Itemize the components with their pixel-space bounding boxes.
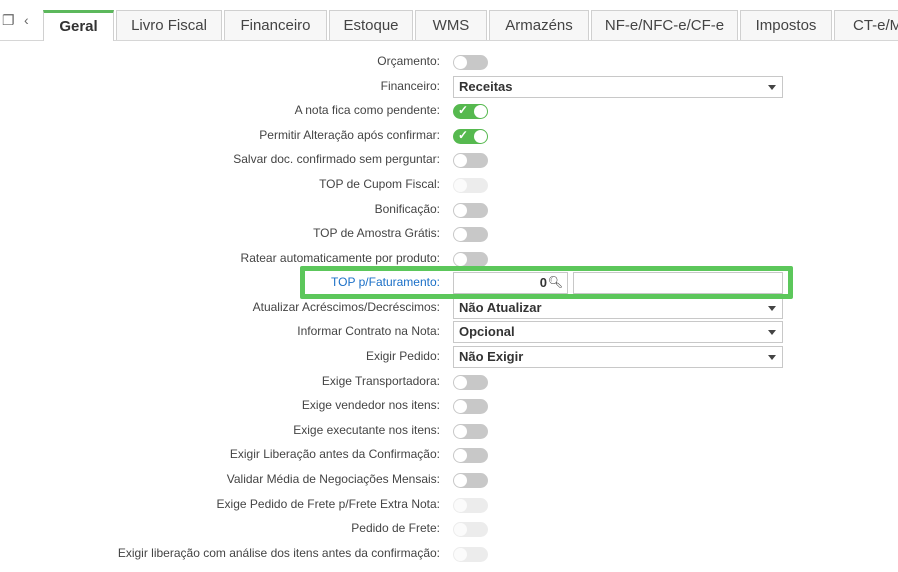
row-orcamento: Orçamento: — [0, 50, 898, 74]
select-informar-contrato[interactable]: Opcional — [453, 321, 783, 343]
row-financeiro: Financeiro: Receitas — [0, 75, 898, 99]
label-top-cupom: TOP de Cupom Fiscal: — [319, 177, 440, 191]
label-informar-contrato: Informar Contrato na Nota: — [297, 324, 440, 338]
row-informar-contrato: Informar Contrato na Nota: Opcional — [0, 320, 898, 344]
top-faturamento-description[interactable] — [573, 272, 783, 294]
chevron-down-icon — [768, 306, 776, 311]
row-exige-pedido-frete: Exige Pedido de Frete p/Frete Extra Nota… — [0, 493, 898, 517]
row-exigir-liberacao-itens: Exigir liberação com análise dos itens a… — [0, 542, 898, 566]
toggle-bonificacao[interactable] — [453, 203, 488, 218]
row-exige-vendedor: Exige vendedor nos itens: — [0, 394, 898, 418]
top-faturamento-input[interactable]: 0 🔍︎ — [453, 272, 568, 294]
toggle-exige-transportadora[interactable] — [453, 375, 488, 390]
tab-financeiro[interactable]: Financeiro — [224, 10, 327, 40]
chevron-down-icon — [768, 85, 776, 90]
select-atualizar-acrescimos[interactable]: Não Atualizar — [453, 297, 783, 319]
tab-estoque[interactable]: Estoque — [329, 10, 413, 40]
chevron-down-icon — [768, 330, 776, 335]
search-icon[interactable]: 🔍︎ — [548, 272, 563, 292]
label-exigir-pedido: Exigir Pedido: — [365, 349, 440, 363]
label-salvar-doc: Salvar doc. confirmado sem perguntar: — [233, 152, 440, 166]
label-validar-media: Validar Média de Negociações Mensais: — [226, 472, 440, 486]
tab-impostos[interactable]: Impostos — [740, 10, 832, 40]
toggle-validar-media[interactable] — [453, 473, 488, 488]
row-top-amostra: TOP de Amostra Grátis: — [0, 222, 898, 246]
check-icon: ✓ — [458, 128, 469, 142]
label-ratear: Ratear automaticamente por produto: — [240, 251, 440, 265]
label-permitir-alteracao: Permitir Alteração após confirmar: — [259, 128, 440, 142]
tab-nfe[interactable]: NF-e/NFC-e/CF-e — [591, 10, 738, 40]
row-top-faturamento: TOP p/Faturamento: 0 🔍︎ — [0, 271, 898, 295]
toggle-exige-executante[interactable] — [453, 424, 488, 439]
row-top-cupom: TOP de Cupom Fiscal: — [0, 173, 898, 197]
tab-cte[interactable]: CT-e/M — [834, 10, 898, 40]
toggle-exigir-liberacao[interactable] — [453, 448, 488, 463]
row-exige-executante: Exige executante nos itens: — [0, 419, 898, 443]
toggle-exige-pedido-frete — [453, 498, 488, 513]
tab-livro-fiscal[interactable]: Livro Fiscal — [116, 10, 222, 40]
toggle-exige-vendedor[interactable] — [453, 399, 488, 414]
label-exigir-liberacao-itens: Exigir liberação com análise dos itens a… — [117, 546, 440, 560]
tab-geral[interactable]: Geral — [43, 10, 114, 41]
row-bonificacao: Bonificação: — [0, 198, 898, 222]
row-salvar-doc: Salvar doc. confirmado sem perguntar: — [0, 148, 898, 172]
row-validar-media: Validar Média de Negociações Mensais: — [0, 468, 898, 492]
tab-bar: ❐ ‹ Geral Livro Fiscal Financeiro Estoqu… — [0, 0, 898, 41]
label-orcamento: Orçamento: — [377, 54, 440, 68]
row-atualizar-acrescimos: Atualizar Acréscimos/Decréscimos: Não At… — [0, 296, 898, 320]
row-exigir-pedido: Exigir Pedido: Não Exigir — [0, 345, 898, 369]
row-pedido-frete: Pedido de Frete: — [0, 517, 898, 541]
toggle-pedido-frete — [453, 522, 488, 537]
toggle-permitir-alteracao[interactable]: ✓ — [453, 128, 488, 144]
toggle-exigir-liberacao-itens — [453, 547, 488, 562]
label-financeiro: Financeiro: — [380, 79, 440, 93]
toggle-orcamento[interactable] — [453, 55, 488, 70]
row-exige-transportadora: Exige Transportadora: — [0, 370, 898, 394]
toggle-nota-pendente[interactable]: ✓ — [453, 103, 488, 119]
chevron-left-icon[interactable]: ‹ — [24, 12, 29, 28]
row-permitir-alteracao: Permitir Alteração após confirmar: ✓ — [0, 124, 898, 148]
toggle-salvar-doc[interactable] — [453, 153, 488, 168]
row-exigir-liberacao: Exigir Liberação antes da Confirmação: — [0, 443, 898, 467]
label-bonificacao: Bonificação: — [374, 202, 440, 216]
tab-armazens[interactable]: Armazéns — [489, 10, 589, 40]
label-nota-pendente: A nota fica como pendente: — [294, 103, 440, 117]
toggle-ratear[interactable] — [453, 252, 488, 267]
label-atualizar-acrescimos: Atualizar Acréscimos/Decréscimos: — [252, 300, 440, 314]
tab-wms[interactable]: WMS — [415, 10, 487, 40]
select-financeiro[interactable]: Receitas — [453, 76, 783, 98]
label-exige-executante: Exige executante nos itens: — [293, 423, 440, 437]
chevron-down-icon — [768, 355, 776, 360]
row-nota-pendente: A nota fica como pendente: ✓ — [0, 99, 898, 123]
label-top-faturamento[interactable]: TOP p/Faturamento: — [331, 275, 440, 289]
label-exige-vendedor: Exige vendedor nos itens: — [301, 398, 440, 412]
copy-icon[interactable]: ❐ — [2, 12, 15, 28]
row-ratear: Ratear automaticamente por produto: — [0, 247, 898, 271]
select-exigir-pedido[interactable]: Não Exigir — [453, 346, 783, 368]
toggle-top-cupom — [453, 178, 488, 193]
label-top-amostra: TOP de Amostra Grátis: — [313, 226, 440, 240]
toggle-top-amostra[interactable] — [453, 227, 488, 242]
label-exigir-liberacao: Exigir Liberação antes da Confirmação: — [229, 447, 440, 461]
label-exige-transportadora: Exige Transportadora: — [321, 374, 440, 388]
check-icon: ✓ — [458, 103, 469, 117]
label-pedido-frete: Pedido de Frete: — [351, 521, 440, 535]
label-exige-pedido-frete: Exige Pedido de Frete p/Frete Extra Nota… — [216, 497, 440, 511]
